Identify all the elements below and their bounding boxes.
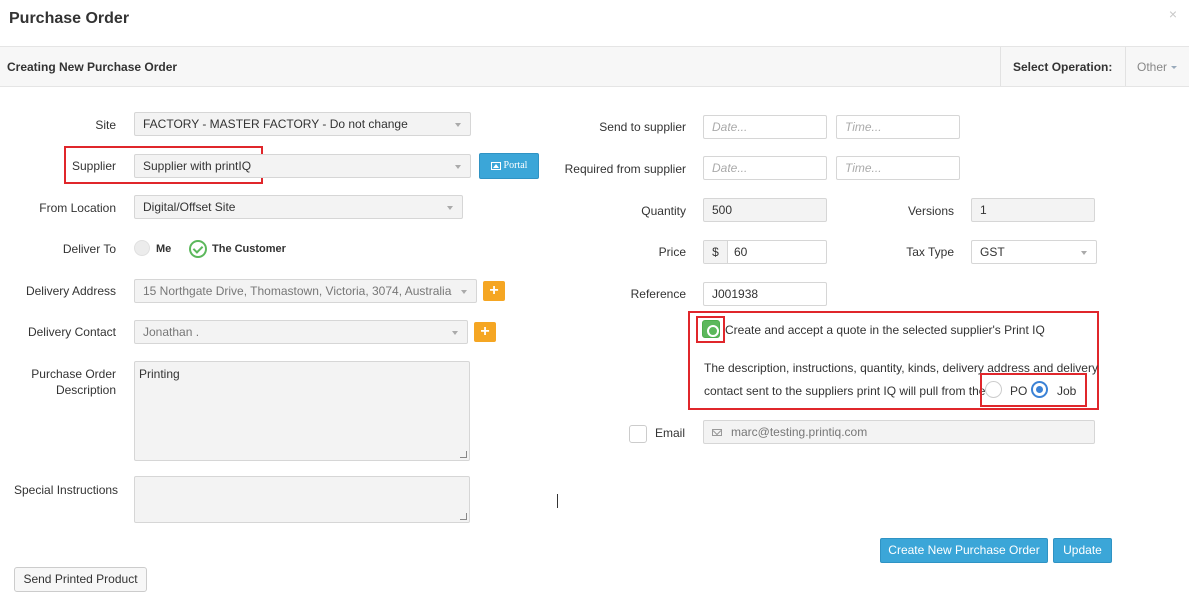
update-button[interactable]: Update: [1053, 538, 1112, 563]
price-label: Price: [658, 245, 686, 259]
email-checkbox[interactable]: [629, 425, 647, 443]
quote-checkbox-label: Create and accept a quote in the selecte…: [725, 323, 1045, 337]
close-icon[interactable]: ×: [1169, 6, 1177, 22]
chevron-down-icon: [1081, 251, 1087, 255]
resize-handle-icon[interactable]: [460, 451, 467, 458]
po-description-wrap: [134, 361, 470, 461]
text-cursor: [557, 494, 558, 508]
create-purchase-order-button[interactable]: Create New Purchase Order: [880, 538, 1048, 563]
chevron-down-icon: [447, 206, 453, 210]
special-instructions-label: Special Instructions: [14, 483, 119, 497]
deliver-to-customer-radio[interactable]: [189, 240, 207, 258]
deliver-to-me-radio[interactable]: [134, 240, 150, 256]
caret-down-icon: [1171, 66, 1178, 70]
page-subtitle: Creating New Purchase Order: [7, 60, 178, 74]
email-input[interactable]: marc@testing.printiq.com: [703, 420, 1095, 444]
email-value: marc@testing.printiq.com: [731, 425, 868, 439]
pull-from-po-label: PO: [1010, 384, 1028, 398]
from-location-select[interactable]: Digital/Offset Site: [134, 195, 463, 219]
required-from-supplier-time[interactable]: Time...: [836, 156, 960, 180]
divider: [1000, 47, 1001, 86]
site-label: Site: [95, 118, 116, 132]
special-instructions-textarea[interactable]: [134, 476, 470, 523]
reference-label: Reference: [630, 287, 686, 301]
quantity-label: Quantity: [641, 204, 686, 218]
po-description-textarea[interactable]: [134, 361, 470, 461]
delivery-contact-value: Jonathan .: [143, 325, 200, 339]
tax-type-value: GST: [980, 245, 1005, 259]
price-input[interactable]: $60: [703, 240, 827, 264]
quote-desc-line2: contact sent to the suppliers print IQ w…: [704, 384, 986, 398]
chevron-down-icon: [455, 123, 461, 127]
special-instructions-wrap: [134, 476, 470, 523]
deliver-to-label: Deliver To: [62, 242, 116, 256]
add-contact-button[interactable]: +: [474, 322, 496, 342]
email-label: Email: [655, 426, 686, 440]
other-label: Other: [1137, 60, 1168, 74]
chevron-down-icon: [461, 290, 467, 294]
pull-from-job-label: Job: [1057, 384, 1077, 398]
site-select[interactable]: FACTORY - MASTER FACTORY - Do not change: [134, 112, 471, 136]
pull-from-po-radio[interactable]: [985, 381, 1002, 398]
currency-addon: $: [704, 241, 728, 263]
delivery-address-label: Delivery Address: [25, 284, 116, 298]
deliver-to-customer-label: The Customer: [212, 243, 286, 255]
envelope-icon: [712, 429, 722, 437]
send-to-supplier-date[interactable]: Date...: [703, 115, 827, 139]
from-location-label: From Location: [39, 201, 116, 215]
required-from-supplier-label: Required from supplier: [564, 162, 686, 176]
chevron-down-icon: [452, 331, 458, 335]
delivery-contact-select[interactable]: Jonathan .: [134, 320, 468, 344]
modal-title: Purchase Order: [9, 10, 130, 27]
chevron-down-icon: [455, 165, 461, 169]
divider: [1125, 47, 1126, 86]
reference-input[interactable]: J001938: [703, 282, 827, 306]
versions-input[interactable]: 1: [971, 198, 1095, 222]
required-from-supplier-date[interactable]: Date...: [703, 156, 827, 180]
versions-label: Versions: [907, 204, 954, 218]
pull-from-job-radio[interactable]: [1031, 381, 1048, 398]
supplier-select[interactable]: Supplier with printIQ: [134, 154, 471, 178]
quote-checkbox[interactable]: [702, 320, 720, 338]
deliver-to-me-label: Me: [156, 243, 172, 255]
send-to-supplier-time[interactable]: Time...: [836, 115, 960, 139]
send-printed-product-button[interactable]: Send Printed Product: [14, 567, 147, 592]
select-operation-label: Select Operation:: [1013, 60, 1113, 74]
site-value: FACTORY - MASTER FACTORY - Do not change: [143, 117, 408, 131]
supplier-label: Supplier: [71, 159, 116, 173]
delivery-address-value: 15 Northgate Drive, Thomastown, Victoria…: [143, 284, 452, 298]
from-location-value: Digital/Offset Site: [143, 200, 236, 214]
resize-handle-icon[interactable]: [460, 513, 467, 520]
quantity-input[interactable]: 500: [703, 198, 827, 222]
supplier-value: Supplier with printIQ: [143, 159, 252, 173]
portal-label: Portal: [503, 160, 528, 171]
add-address-button[interactable]: +: [483, 281, 505, 301]
po-description-label-line1: Purchase Order: [31, 367, 116, 381]
image-icon: [490, 161, 501, 170]
tax-type-label: Tax Type: [906, 245, 954, 259]
portal-button[interactable]: Portal: [479, 153, 539, 179]
tax-type-select[interactable]: GST: [971, 240, 1097, 264]
delivery-address-select[interactable]: 15 Northgate Drive, Thomastown, Victoria…: [134, 279, 477, 303]
price-value: 60: [734, 245, 748, 259]
send-to-supplier-label: Send to supplier: [599, 120, 686, 134]
po-description-label-line2: Description: [55, 383, 116, 397]
other-dropdown[interactable]: Other: [1137, 60, 1178, 74]
delivery-contact-label: Delivery Contact: [27, 325, 116, 339]
operation-bar: Creating New Purchase Order Select Opera…: [0, 46, 1189, 87]
